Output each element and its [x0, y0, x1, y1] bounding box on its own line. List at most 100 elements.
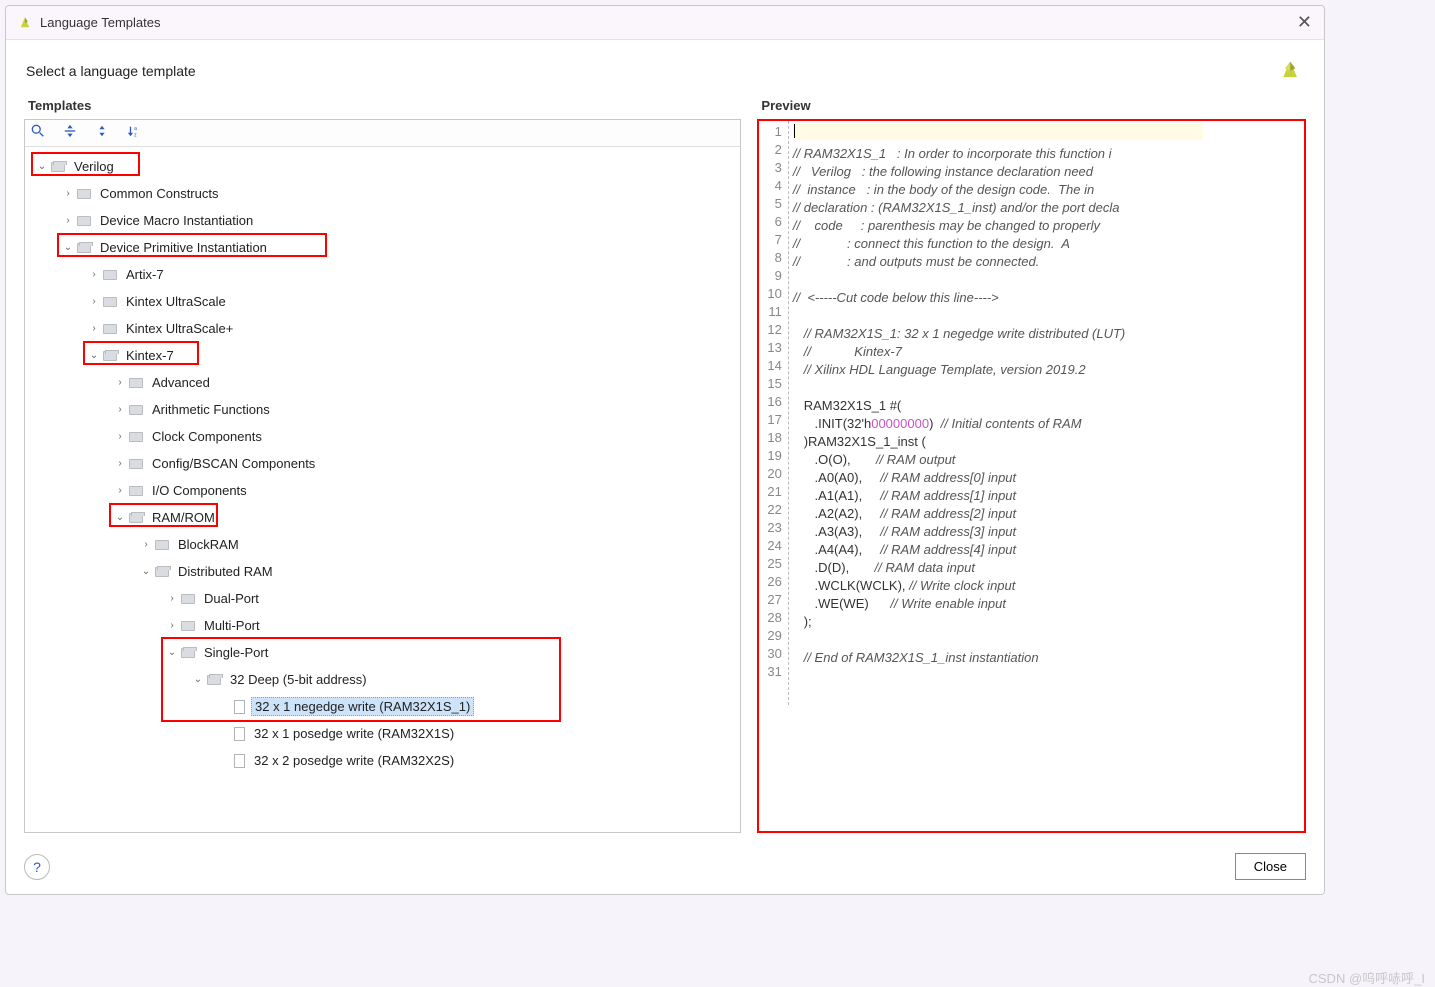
- folder-icon: [51, 162, 65, 172]
- tree-item-label: Distributed RAM: [175, 563, 276, 580]
- tree-item[interactable]: › Kintex UltraScale: [27, 288, 740, 315]
- chevron-right-icon[interactable]: ›: [165, 620, 179, 631]
- chevron-down-icon[interactable]: ⌄: [191, 674, 205, 685]
- tree-item-label: Kintex UltraScale+: [123, 320, 236, 337]
- subtitle-text: Select a language template: [26, 63, 196, 79]
- preview-box: 1 2 3 4 5 6 7 8 9 10 11 12 13 14 15 16 1…: [757, 119, 1306, 833]
- tree-item[interactable]: › Config/BSCAN Components: [27, 450, 740, 477]
- tree-item-label: Arithmetic Functions: [149, 401, 273, 418]
- tree-item[interactable]: ⌄ 32 Deep (5-bit address): [27, 666, 740, 693]
- expand-all-icon[interactable]: [95, 124, 109, 142]
- tree-item-label: Dual-Port: [201, 590, 262, 607]
- help-button[interactable]: ?: [24, 854, 50, 880]
- chevron-down-icon[interactable]: ⌄: [61, 242, 75, 253]
- code-area: 1 2 3 4 5 6 7 8 9 10 11 12 13 14 15 16 1…: [759, 121, 1304, 705]
- file-icon: [234, 700, 245, 714]
- preview-panel: Preview 1 2 3 4 5 6 7 8 9 10 11 12 13 14…: [757, 94, 1306, 833]
- tree-item[interactable]: › Dual-Port: [27, 585, 740, 612]
- tree-item[interactable]: ⌄ Kintex-7: [27, 342, 740, 369]
- folder-icon: [103, 351, 117, 361]
- tree-item[interactable]: ⌄ Distributed RAM: [27, 558, 740, 585]
- tree-item[interactable]: › Advanced: [27, 369, 740, 396]
- folder-icon: [77, 216, 91, 226]
- chevron-down-icon[interactable]: ⌄: [35, 161, 49, 172]
- folder-icon: [129, 486, 143, 496]
- tree-item[interactable]: › Arithmetic Functions: [27, 396, 740, 423]
- chevron-right-icon[interactable]: ›: [61, 215, 75, 226]
- collapse-all-icon[interactable]: [63, 124, 77, 142]
- tree-item[interactable]: 32 x 2 posedge write (RAM32X2S): [27, 747, 740, 774]
- templates-panel: Templates az ⌄Verilog›Common: [24, 94, 741, 833]
- chevron-down-icon[interactable]: ⌄: [113, 512, 127, 523]
- dialog-window: Language Templates ✕ Select a language t…: [5, 5, 1325, 895]
- svg-text:a: a: [134, 126, 137, 132]
- tree-item[interactable]: › Multi-Port: [27, 612, 740, 639]
- chevron-right-icon[interactable]: ›: [87, 323, 101, 334]
- chevron-right-icon[interactable]: ›: [113, 404, 127, 415]
- tree-item-label: Kintex-7: [123, 347, 177, 364]
- tree-item[interactable]: ⌄ RAM/ROM: [27, 504, 740, 531]
- chevron-right-icon[interactable]: ›: [87, 269, 101, 280]
- code-lines[interactable]: // RAM32X1S_1 : In order to incorporate …: [789, 121, 1207, 705]
- chevron-right-icon[interactable]: ›: [113, 485, 127, 496]
- templates-toolbar: az: [25, 120, 740, 147]
- chevron-right-icon[interactable]: ›: [87, 296, 101, 307]
- footer: ? Close: [6, 843, 1324, 894]
- folder-icon: [181, 621, 195, 631]
- chevron-right-icon[interactable]: ›: [113, 431, 127, 442]
- window-title: Language Templates: [40, 15, 1297, 30]
- folder-icon: [103, 297, 117, 307]
- tree-view[interactable]: ⌄Verilog › Common Constructs ›Device Macro …: [25, 147, 740, 832]
- close-button[interactable]: Close: [1235, 853, 1306, 880]
- tree-item[interactable]: › Clock Components: [27, 423, 740, 450]
- tree-item-label: Kintex UltraScale: [123, 293, 229, 310]
- tree-item-label: Artix-7: [123, 266, 167, 283]
- vendor-logo-icon: [1278, 58, 1304, 84]
- app-logo-icon: [18, 16, 32, 30]
- preview-scroll[interactable]: 1 2 3 4 5 6 7 8 9 10 11 12 13 14 15 16 1…: [759, 121, 1304, 831]
- tree-item[interactable]: 32 x 1 posedge write (RAM32X1S): [27, 720, 740, 747]
- chevron-right-icon[interactable]: ›: [113, 377, 127, 388]
- tree-item[interactable]: › Artix-7: [27, 261, 740, 288]
- chevron-right-icon[interactable]: ›: [165, 593, 179, 604]
- tree-item[interactable]: › BlockRAM: [27, 531, 740, 558]
- tree-item-label: 32 x 1 negedge write (RAM32X1S_1): [251, 697, 474, 716]
- tree-item-label: I/O Components: [149, 482, 250, 499]
- chevron-right-icon[interactable]: ›: [113, 458, 127, 469]
- tree-item[interactable]: 32 x 1 negedge write (RAM32X1S_1): [27, 693, 740, 720]
- chevron-down-icon[interactable]: ⌄: [87, 350, 101, 361]
- folder-icon: [77, 189, 91, 199]
- tree-item[interactable]: › I/O Components: [27, 477, 740, 504]
- close-icon[interactable]: ✕: [1297, 12, 1312, 33]
- tree-item-label: BlockRAM: [175, 536, 242, 553]
- tree-item[interactable]: › Common Constructs: [27, 180, 740, 207]
- sort-settings-icon[interactable]: az: [127, 124, 141, 142]
- tree-item-label: Common Constructs: [97, 185, 221, 202]
- tree-item-label: RAM/ROM: [149, 509, 218, 526]
- folder-icon: [181, 594, 195, 604]
- tree-item-label: Advanced: [149, 374, 213, 391]
- tree-item-label: Config/BSCAN Components: [149, 455, 318, 472]
- tree-item[interactable]: ⌄Verilog: [27, 153, 740, 180]
- tree-item-label: Multi-Port: [201, 617, 263, 634]
- folder-icon: [129, 378, 143, 388]
- tree-item[interactable]: ⌄Single-Port: [27, 639, 740, 666]
- header-row: Select a language template: [6, 40, 1324, 94]
- chevron-right-icon[interactable]: ›: [61, 188, 75, 199]
- tree-item-label: 32 Deep (5-bit address): [227, 671, 370, 688]
- tree-item-label: Clock Components: [149, 428, 265, 445]
- chevron-down-icon[interactable]: ⌄: [165, 647, 179, 658]
- folder-icon: [155, 567, 169, 577]
- file-icon: [234, 754, 245, 768]
- folder-icon: [129, 459, 143, 469]
- titlebar: Language Templates ✕: [6, 6, 1324, 40]
- chevron-down-icon[interactable]: ⌄: [139, 566, 153, 577]
- folder-icon: [155, 540, 169, 550]
- chevron-right-icon[interactable]: ›: [139, 539, 153, 550]
- tree-item[interactable]: ⌄Device Primitive Instantiation: [27, 234, 740, 261]
- search-icon[interactable]: [31, 124, 45, 142]
- tree-item[interactable]: ›Device Macro Instantiation: [27, 207, 740, 234]
- folder-icon: [207, 675, 221, 685]
- tree-item[interactable]: › Kintex UltraScale+: [27, 315, 740, 342]
- folder-icon: [129, 432, 143, 442]
